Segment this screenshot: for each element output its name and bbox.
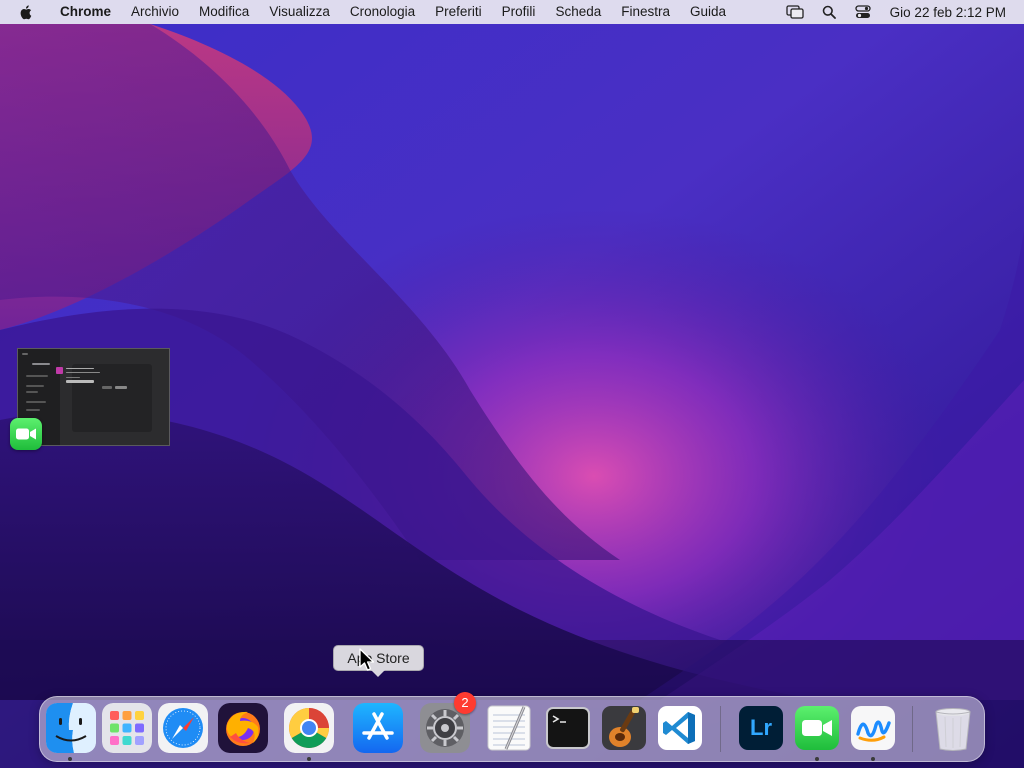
finder-running-indicator xyxy=(68,757,72,761)
facetime-running-indicator xyxy=(815,757,819,761)
menu-guida[interactable]: Guida xyxy=(680,0,736,24)
menu-bar-clock[interactable]: Gio 22 feb 2:12 PM xyxy=(890,5,1006,20)
thumbnail-dialog xyxy=(72,364,152,432)
menu-finestra[interactable]: Finestra xyxy=(611,0,680,24)
freeform-running-indicator xyxy=(871,757,875,761)
chrome-running-indicator xyxy=(307,757,311,761)
lightroom-label: Lr xyxy=(750,715,772,740)
facetime-window-badge-icon xyxy=(10,418,42,450)
menu-archivio[interactable]: Archivio xyxy=(121,0,189,24)
chrome-icon[interactable] xyxy=(284,703,334,753)
dock-separator xyxy=(720,706,721,752)
spotlight-search-icon[interactable] xyxy=(819,2,839,22)
menu-visualizza[interactable]: Visualizza xyxy=(259,0,340,24)
safari-icon[interactable] xyxy=(158,703,208,753)
menu-scheda[interactable]: Scheda xyxy=(545,0,611,24)
menu-bar: Chrome Archivio Modifica Visualizza Cron… xyxy=(0,0,1024,24)
notification-badge: 2 xyxy=(454,692,476,714)
textedit-icon[interactable] xyxy=(484,703,534,753)
control-center-icon[interactable] xyxy=(853,2,873,22)
mouse-pointer-icon xyxy=(359,648,375,671)
garageband-icon[interactable] xyxy=(599,703,649,753)
freeform-icon[interactable] xyxy=(848,703,898,753)
menu-app-name[interactable]: Chrome xyxy=(50,0,121,24)
app-store-icon[interactable] xyxy=(353,703,403,753)
apple-logo-icon[interactable] xyxy=(18,3,36,21)
firefox-icon[interactable] xyxy=(218,703,268,753)
menu-modifica[interactable]: Modifica xyxy=(189,0,259,24)
vscode-icon[interactable] xyxy=(655,703,705,753)
dock-separator xyxy=(912,706,913,752)
lightroom-icon[interactable]: Lr xyxy=(736,703,786,753)
menu-cronologia[interactable]: Cronologia xyxy=(340,0,425,24)
dock-tooltip: App Store xyxy=(333,645,424,671)
trash-icon[interactable] xyxy=(928,703,978,753)
finder-icon[interactable] xyxy=(46,703,96,753)
launchpad-icon[interactable] xyxy=(102,703,152,753)
facetime-icon[interactable] xyxy=(792,703,842,753)
menu-preferiti[interactable]: Preferiti xyxy=(425,0,492,24)
screen-mirroring-icon[interactable] xyxy=(785,2,805,22)
terminal-icon[interactable] xyxy=(543,703,593,753)
menu-profili[interactable]: Profili xyxy=(492,0,546,24)
